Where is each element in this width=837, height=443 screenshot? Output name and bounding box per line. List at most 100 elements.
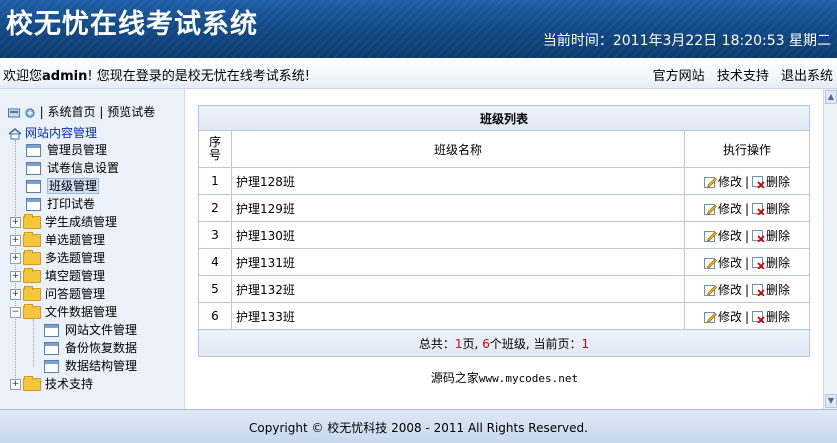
tree-root[interactable]: 网站内容管理 <box>8 126 97 140</box>
expand-plus-icon[interactable]: + <box>10 235 21 246</box>
expand-plus-icon[interactable]: + <box>10 289 21 300</box>
delete-button[interactable]: 删除 <box>752 256 790 270</box>
link-official-site[interactable]: 官方网站 <box>653 69 705 84</box>
delete-button[interactable]: 删除 <box>752 229 790 243</box>
row-index: 3 <box>198 221 232 249</box>
sidebar-group-file-data[interactable]: − 文件数据管理 <box>10 304 117 319</box>
sidebar-group-fill-blank[interactable]: + 填空题管理 <box>10 268 105 283</box>
edit-label: 修改 <box>717 309 742 324</box>
sidebar-group-scores[interactable]: + 学生成绩管理 <box>10 214 118 229</box>
edit-button[interactable]: 修改 <box>703 256 742 270</box>
welcome-prefix: 欢迎您 <box>3 69 43 84</box>
header-ops: 执行操作 <box>684 130 810 168</box>
quick-link-home[interactable]: | 系统首页 <box>40 105 96 119</box>
quick-link-preview[interactable]: | 预览试卷 <box>99 105 155 119</box>
table-row: 6 护理133班 修改 | 删除 <box>198 302 810 330</box>
row-index: 5 <box>198 275 232 303</box>
table-summary-row: 总共：1页, 6个班级, 当前页：1 <box>198 329 810 357</box>
page-icon <box>26 198 41 211</box>
expand-plus-icon[interactable]: + <box>10 217 21 228</box>
page-icon <box>26 180 41 193</box>
delete-label: 删除 <box>766 228 791 243</box>
sidebar-group-single-choice[interactable]: + 单选题管理 <box>10 232 105 247</box>
watermark: 源码之家www.mycodes.net <box>186 369 823 386</box>
edit-icon <box>703 285 717 296</box>
preview-tool-icon <box>25 107 35 118</box>
welcome-username: admin <box>42 69 88 84</box>
delete-button[interactable]: 删除 <box>752 310 790 324</box>
sidebar-group-label: 技术支持 <box>45 377 94 391</box>
sidebar-item-print-paper[interactable]: 打印试卷 <box>26 197 95 211</box>
folder-icon <box>23 268 41 283</box>
folder-icon <box>23 250 41 265</box>
folder-icon <box>23 214 41 229</box>
link-tech-support[interactable]: 技术支持 <box>717 69 769 84</box>
sidebar-group-multi-choice[interactable]: + 多选题管理 <box>10 250 106 265</box>
class-list-panel: 班级列表 序号 班级名称 执行操作 1 护理128班 修改 | 删除 2 护理129班 修改 |… <box>198 105 810 357</box>
delete-icon <box>752 284 765 296</box>
row-index: 1 <box>198 167 232 195</box>
action-separator: | <box>744 228 750 243</box>
sidebar-item-backup-restore[interactable]: 备份恢复数据 <box>44 341 137 355</box>
delete-label: 删除 <box>766 255 791 270</box>
scroll-up-icon[interactable]: ▲ <box>825 90 837 104</box>
delete-button[interactable]: 删除 <box>752 175 790 189</box>
edit-button[interactable]: 修改 <box>703 202 742 216</box>
expand-plus-icon[interactable]: + <box>10 379 21 390</box>
row-actions: 修改 | 删除 <box>684 275 810 303</box>
link-logout[interactable]: 退出系统 <box>781 69 833 84</box>
summary-classes: 6 <box>482 336 490 351</box>
delete-icon <box>752 311 765 323</box>
expand-plus-icon[interactable]: + <box>10 271 21 282</box>
scrollbar[interactable]: ▲ ▼ <box>823 89 837 409</box>
edit-button[interactable]: 修改 <box>703 228 742 243</box>
row-index: 2 <box>198 194 232 222</box>
edit-button[interactable]: 修改 <box>703 282 742 297</box>
header-banner: 校无忧在线考试系统 当前时间：2011年3月22日 18:20:53 星期二 <box>0 0 837 58</box>
sidebar-item-db-structure[interactable]: 数据结构管理 <box>44 359 137 373</box>
summary-text: 个班级, 当前页： <box>489 336 582 351</box>
row-actions: 修改 | 删除 <box>684 167 810 195</box>
watermark-url: www.mycodes.net <box>478 372 579 385</box>
home-tool-icon <box>8 108 20 117</box>
watermark-cn: 源码之家 <box>430 371 479 385</box>
table-body: 1 护理128班 修改 | 删除 2 护理129班 修改 | 删除 3 护理130班 修改 | 删除 4 护理1… <box>198 167 810 330</box>
collapse-minus-icon[interactable]: − <box>10 307 21 318</box>
delete-button[interactable]: 删除 <box>752 202 790 216</box>
header-name: 班级名称 <box>231 130 685 168</box>
row-actions: 修改 | 删除 <box>684 248 810 276</box>
sidebar-item-class-management[interactable]: 班级管理 <box>26 178 100 194</box>
row-class-name: 护理128班 <box>231 167 685 195</box>
table-caption: 班级列表 <box>198 105 810 131</box>
edit-button[interactable]: 修改 <box>703 309 742 324</box>
sidebar-item-site-files[interactable]: 网站文件管理 <box>44 323 137 337</box>
sidebar-item-exam-settings[interactable]: 试卷信息设置 <box>26 161 119 175</box>
sidebar-item-label: 打印试卷 <box>47 197 96 211</box>
table-row: 4 护理131班 修改 | 删除 <box>198 248 810 276</box>
table-row: 2 护理129班 修改 | 删除 <box>198 194 810 222</box>
page-icon <box>26 144 41 157</box>
sidebar-item-admin[interactable]: 管理员管理 <box>26 143 107 157</box>
sidebar-item-label: 网站文件管理 <box>65 323 138 337</box>
edit-label: 修改 <box>717 228 742 243</box>
header-index: 序号 <box>198 130 232 168</box>
scroll-down-icon[interactable]: ▼ <box>825 394 837 408</box>
quick-links: | 系统首页 | 预览试卷 <box>8 103 155 120</box>
edit-icon <box>703 312 717 323</box>
sidebar-group-qa[interactable]: + 问答题管理 <box>10 286 105 301</box>
current-time: 当前时间：2011年3月22日 18:20:53 星期二 <box>543 30 831 50</box>
edit-icon <box>703 204 717 215</box>
edit-label: 修改 <box>717 282 742 297</box>
edit-icon <box>703 177 717 188</box>
delete-button[interactable]: 删除 <box>752 283 790 297</box>
sidebar-group-label: 学生成绩管理 <box>45 215 118 229</box>
sidebar-group-label: 多选题管理 <box>45 251 106 265</box>
expand-plus-icon[interactable]: + <box>10 253 21 264</box>
edit-button[interactable]: 修改 <box>703 174 742 189</box>
row-actions: 修改 | 删除 <box>684 194 810 222</box>
edit-label: 修改 <box>717 174 742 189</box>
page-icon <box>26 162 41 175</box>
sidebar-group-tech-support[interactable]: + 技术支持 <box>10 376 94 391</box>
copyright: Copyright © 校无忧科技 2008 - 2011 All Rights… <box>249 421 588 435</box>
top-links: 官方网站 技术支持 退出系统 <box>645 65 833 84</box>
